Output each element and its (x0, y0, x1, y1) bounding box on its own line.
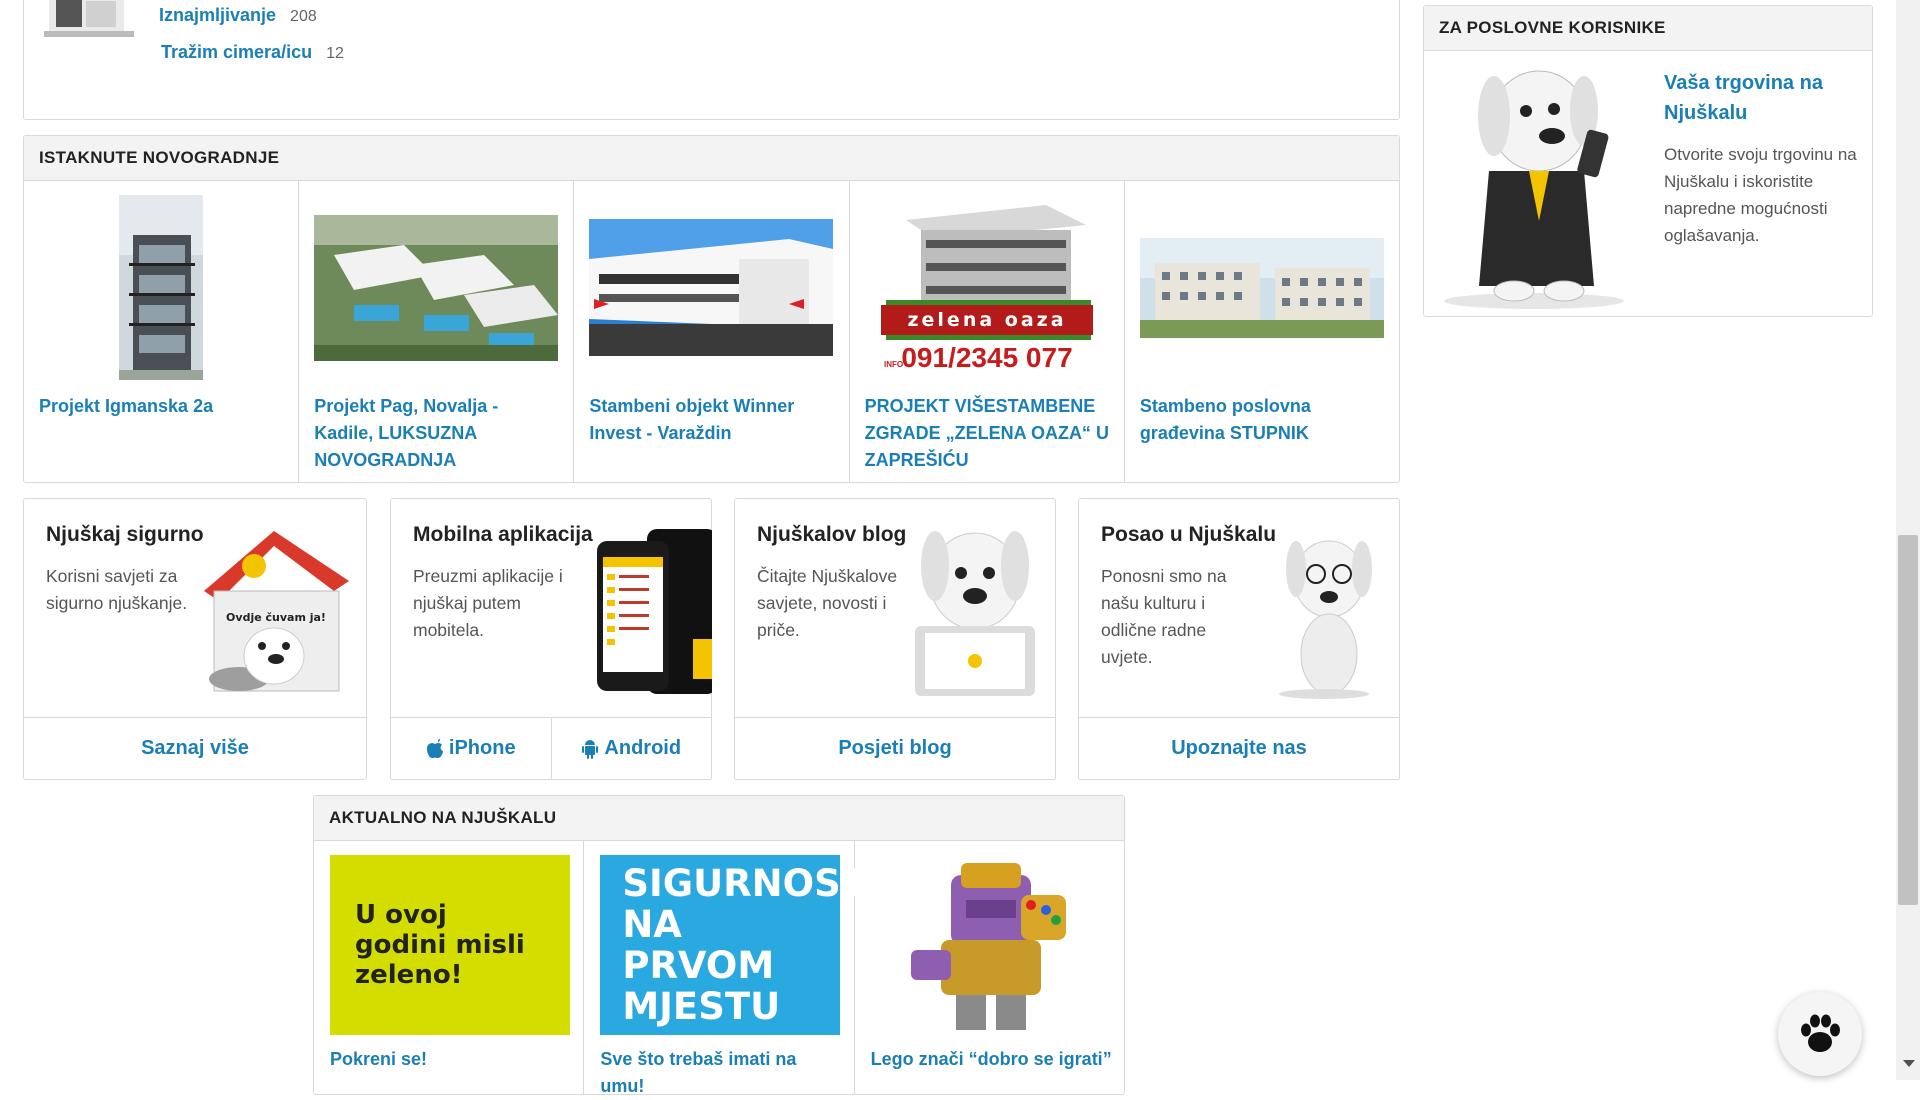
iphone-label[interactable]: iPhone (449, 737, 516, 760)
newbuild-item[interactable]: Stambeno poslovna građevina STUPNIK (1125, 181, 1399, 483)
category-label[interactable]: Tražim cimera/icu (161, 42, 312, 62)
newbuild-image-text: zelena oaza (907, 309, 1066, 331)
section-heading: ZA POSLOVNE KORISNIKE (1424, 6, 1872, 51)
dog-laptop-illustration (915, 531, 1035, 696)
news-item[interactable]: SIGURNOST NA PRVOM MJESTU Sve što trebaš… (584, 841, 866, 1096)
scroll-down-arrow-icon[interactable] (1903, 1060, 1915, 1067)
scrollbar-thumb[interactable] (1898, 535, 1918, 905)
phone-illustration (597, 529, 712, 694)
newbuild-item[interactable]: Projekt Igmanska 2a (24, 181, 300, 483)
section-heading: AKTUALNO NA NJUŠKALU (314, 796, 1124, 841)
newbuild-image[interactable] (39, 195, 283, 380)
apple-icon (426, 738, 443, 758)
newbuild-image[interactable] (1139, 195, 1384, 380)
dog-glasses-illustration (1279, 540, 1372, 699)
categories-box: Iznajmljivanje 208 Tražim cimera/icu 12 (23, 0, 1400, 120)
business-text: Otvorite svoju trgovinu na Njuškalu i is… (1664, 145, 1857, 245)
card-text: Ponosni smo na našu kulturu i odlične ra… (1101, 566, 1227, 667)
card-footer: Upoznajte nas (1079, 717, 1399, 779)
category-label[interactable]: Iznajmljivanje (159, 5, 276, 25)
card-title: Njuškaj sigurno (46, 523, 204, 546)
news-image[interactable] (870, 855, 1111, 1035)
android-label[interactable]: Android (604, 737, 681, 760)
newbuild-title[interactable]: Projekt Pag, Novalja - Kadile, LUKSUZNA … (314, 393, 561, 474)
news-box: AKTUALNO NA NJUŠKALU U ovoj godini misli… (313, 795, 1125, 1096)
card-footer: Saznaj više (24, 717, 366, 779)
category-iznajmljivanje[interactable]: Iznajmljivanje 208 (159, 5, 317, 26)
category-trazim-cimera[interactable]: Tražim cimera/icu 12 (161, 42, 344, 63)
news-image-text: U ovoj godini misli zeleno! (355, 900, 525, 990)
card-text: Čitajte Njuškalove savjete, novosti i pr… (757, 566, 898, 640)
category-count: 12 (326, 45, 344, 62)
newbuild-image-info: INFO (884, 360, 903, 369)
newbuild-image[interactable]: zelena oaza 091/2345 077 INFO (865, 195, 1109, 380)
newbuild-item[interactable]: Projekt Pag, Novalja - Kadile, LUKSUZNA … (299, 181, 575, 483)
news-caption[interactable]: Pokreni se! (330, 1046, 573, 1073)
house-thumbnail (44, 0, 134, 37)
card-text: Korisni savjeti za sigurno njuškanje. (46, 566, 188, 613)
category-count: 208 (290, 8, 317, 25)
newbuild-title[interactable]: Stambeni objekt Winner Invest - Varaždin (589, 393, 836, 447)
newbuild-title[interactable]: Stambeno poslovna građevina STUPNIK (1140, 393, 1387, 447)
news-caption[interactable]: Lego znači “dobro se igrati” (871, 1046, 1114, 1073)
newbuild-image[interactable] (314, 195, 559, 380)
news-image[interactable]: SIGURNOST NA PRVOM MJESTU (600, 855, 866, 1035)
newbuild-title[interactable]: Projekt Igmanska 2a (39, 393, 286, 420)
paw-icon (1801, 1014, 1840, 1052)
android-link[interactable]: Android (550, 718, 712, 779)
visit-blog-link[interactable]: Posjeti blog (735, 718, 1055, 779)
android-icon (582, 739, 599, 759)
card-footer: iPhone Android (391, 717, 711, 779)
doghouse-illustration: Ovdje čuvam ja! (204, 531, 349, 692)
paw-button[interactable] (1778, 992, 1862, 1076)
card-jobs: Posao u Njuškalu Ponosni smo na našu kul… (1078, 498, 1400, 780)
doghouse-sign-text: Ovdje čuvam ja! (226, 611, 326, 624)
newbuild-image-phone: 091/2345 077 (901, 342, 1072, 373)
card-title: Mobilna aplikacija (413, 523, 593, 546)
newbuild-item[interactable]: zelena oaza 091/2345 077 INFO PROJEKT VI… (850, 181, 1125, 483)
dog-phone-illustration (1444, 70, 1624, 309)
card-footer: Posjeti blog (735, 717, 1055, 779)
section-heading: ISTAKNUTE NOVOGRADNJE (24, 136, 1399, 181)
news-image[interactable]: U ovoj godini misli zeleno! (330, 855, 570, 1035)
iphone-link[interactable]: iPhone (391, 718, 551, 779)
news-caption[interactable]: Sve što trebaš imati na umu! (600, 1046, 843, 1100)
news-item[interactable]: U ovoj godini misli zeleno! Pokreni se! (314, 841, 585, 1094)
news-image-text: SIGURNOST NA PRVOM MJESTU (622, 862, 866, 1028)
business-box: ZA POSLOVNE KORISNIKE Vaša trgovina na N… (1423, 5, 1873, 317)
card-safe-sniffing: Njuškaj sigurno Korisni savjeti za sigur… (23, 498, 367, 780)
card-text: Preuzmi aplikacije i njuškaj putem mobit… (413, 566, 563, 640)
newbuild-item[interactable]: Stambeni objekt Winner Invest - Varaždin (574, 181, 850, 483)
featured-newbuilds-box: ISTAKNUTE NOVOGRADNJE Projekt Igmanska 2… (23, 135, 1400, 483)
card-title: Posao u Njuškalu (1101, 523, 1277, 546)
newbuild-title[interactable]: PROJEKT VIŠESTAMBENE ZGRADE „ZELENA OAZA… (865, 393, 1112, 474)
newbuild-image[interactable] (589, 195, 834, 380)
learn-more-link[interactable]: Saznaj više (24, 718, 366, 779)
card-title: Njuškalov blog (757, 523, 907, 546)
meet-us-link[interactable]: Upoznajte nas (1079, 718, 1399, 779)
card-mobile-app: Mobilna aplikacija Preuzmi aplikacije i … (390, 498, 712, 780)
business-title-link[interactable]: Vaša trgovina na Njuškalu (1664, 68, 1872, 128)
news-item[interactable]: Lego znači “dobro se igrati” (855, 841, 1124, 1094)
card-blog: Njuškalov blog Čitajte Njuškalove savjet… (734, 498, 1056, 780)
